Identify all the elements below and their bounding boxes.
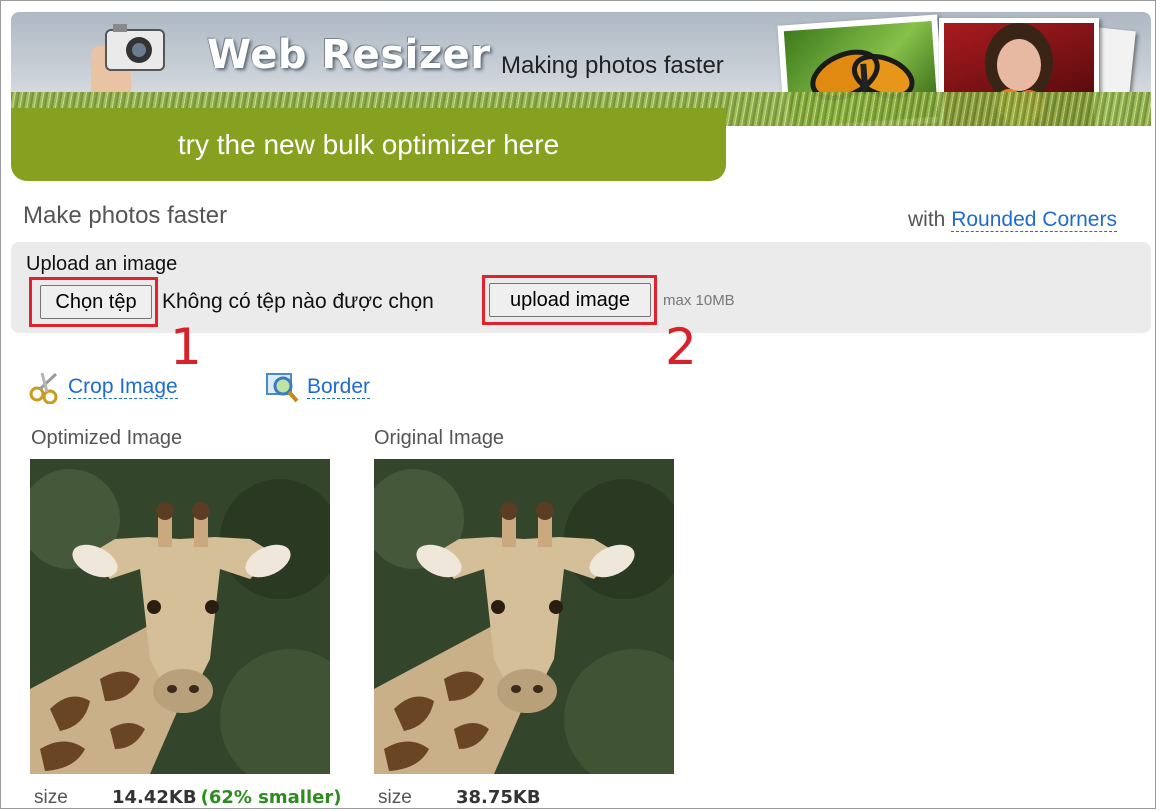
no-file-status: Không có tệp nào được chọn (162, 290, 434, 313)
step-number-2: 2 (665, 318, 697, 376)
step-number-1: 1 (170, 318, 202, 376)
crop-image-link[interactable]: Crop Image (68, 374, 178, 399)
border-tool[interactable]: Border (265, 370, 371, 404)
max-size-note: max 10MB (663, 292, 735, 309)
size-label: size (378, 787, 412, 808)
page-title: Make photos faster (23, 202, 228, 229)
highlight-box-step2 (482, 275, 657, 325)
optimized-image-caption: Optimized Image (31, 427, 183, 449)
size-label: size (34, 787, 68, 808)
reduction-badge: (62% smaller) (200, 787, 342, 808)
with-prefix: with (908, 208, 946, 231)
rounded-corners-link[interactable]: Rounded Corners (951, 208, 1117, 232)
optimized-size-value: 14.42KB (112, 787, 197, 808)
optimized-size-row: size 14.42KB (62% smaller) (34, 787, 341, 809)
camera-icon (91, 24, 165, 96)
optimized-giraffe-image (30, 459, 330, 774)
rounded-corners-row: with Rounded Corners (908, 208, 1117, 232)
site-logo-title: Web Resizer (207, 32, 491, 78)
original-image-caption: Original Image (374, 427, 505, 449)
upload-label: Upload an image (26, 253, 178, 275)
original-size-row: size 38.75KB (378, 787, 541, 809)
site-tagline: Making photos faster (501, 52, 724, 79)
bulk-optimizer-link[interactable]: try the new bulk optimizer here (11, 108, 726, 181)
border-link[interactable]: Border (307, 374, 371, 399)
original-size-value: 38.75KB (456, 787, 541, 808)
scissors-icon (29, 372, 58, 405)
original-giraffe-image (374, 459, 674, 774)
crop-image-tool[interactable]: Crop Image (28, 370, 178, 405)
magnifier-icon (266, 373, 299, 403)
highlight-box-step1 (29, 277, 158, 327)
